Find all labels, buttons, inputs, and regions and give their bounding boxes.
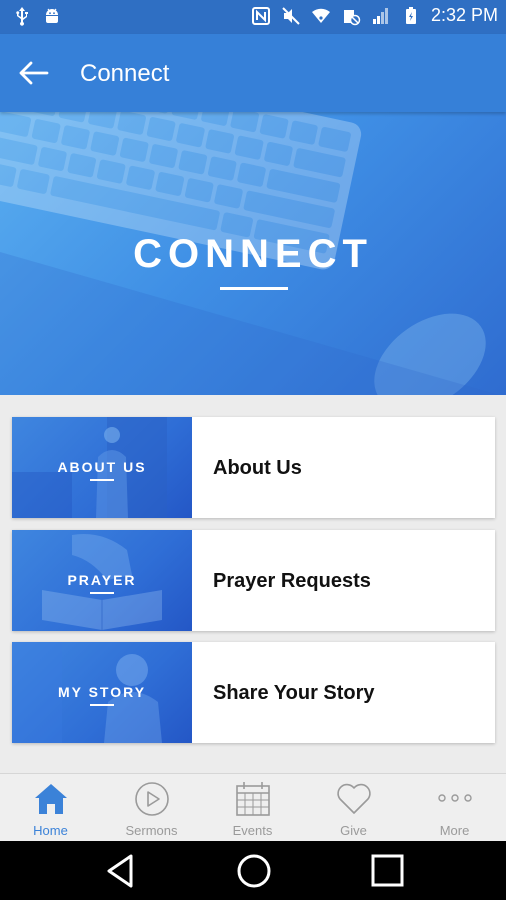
nav-home-label: Home xyxy=(33,823,68,838)
more-dots-icon xyxy=(438,794,472,802)
app-bar: Connect xyxy=(0,34,506,112)
nav-give-label: Give xyxy=(340,823,367,838)
signal-icon xyxy=(372,7,388,24)
nav-events[interactable]: Events xyxy=(202,774,303,842)
prayer-thumbnail: PRAYER xyxy=(12,530,192,631)
usb-icon xyxy=(16,7,28,26)
mute-icon xyxy=(282,6,300,25)
calendar-icon xyxy=(236,782,270,816)
prayer-requests-title: Prayer Requests xyxy=(213,570,371,592)
bottom-nav: Home Sermons Events Give More xyxy=(0,773,506,841)
home-circle-icon[interactable] xyxy=(234,852,274,890)
wifi-icon xyxy=(311,8,330,23)
nav-give[interactable]: Give xyxy=(303,774,404,842)
recents-square-icon[interactable] xyxy=(367,852,407,890)
nav-events-label: Events xyxy=(232,823,273,838)
prayer-thumb-label: PRAYER xyxy=(67,572,137,588)
play-circle-icon xyxy=(135,782,169,816)
share-your-story-card[interactable]: MY STORY Share Your Story xyxy=(12,642,495,743)
status-bar: 2:32 PM xyxy=(0,0,506,34)
back-button[interactable] xyxy=(16,56,52,90)
nav-home[interactable]: Home xyxy=(0,774,101,842)
prayer-requests-card[interactable]: PRAYER Prayer Requests xyxy=(12,530,495,631)
android-debug-icon xyxy=(46,8,58,23)
system-nav-bar xyxy=(0,841,506,900)
battery-icon xyxy=(405,6,416,24)
hero-banner: CONNECT xyxy=(0,112,506,395)
nav-more[interactable]: More xyxy=(404,774,505,842)
nav-sermons-label: Sermons xyxy=(125,823,178,838)
nfc-icon xyxy=(251,6,270,25)
about-us-title: About Us xyxy=(213,457,302,479)
page-title: Connect xyxy=(80,60,170,87)
nav-more-label: More xyxy=(439,823,470,838)
share-your-story-title: Share Your Story xyxy=(213,682,375,704)
arrow-left-icon xyxy=(19,61,49,85)
about-us-thumb-label: ABOUT US xyxy=(57,459,147,475)
status-time: 2:32 PM xyxy=(430,5,498,25)
about-us-thumbnail: ABOUT US xyxy=(12,417,192,518)
my-story-thumbnail: MY STORY xyxy=(12,642,192,743)
about-us-card[interactable]: ABOUT US About Us xyxy=(12,417,495,518)
hero-underline xyxy=(220,287,288,290)
nav-sermons[interactable]: Sermons xyxy=(101,774,202,842)
home-icon xyxy=(35,784,67,814)
hero-title: CONNECT xyxy=(133,232,373,276)
heart-icon xyxy=(337,783,371,814)
my-story-thumb-label: MY STORY xyxy=(57,684,147,700)
data-blocked-icon xyxy=(343,9,361,25)
back-triangle-icon[interactable] xyxy=(101,852,141,890)
